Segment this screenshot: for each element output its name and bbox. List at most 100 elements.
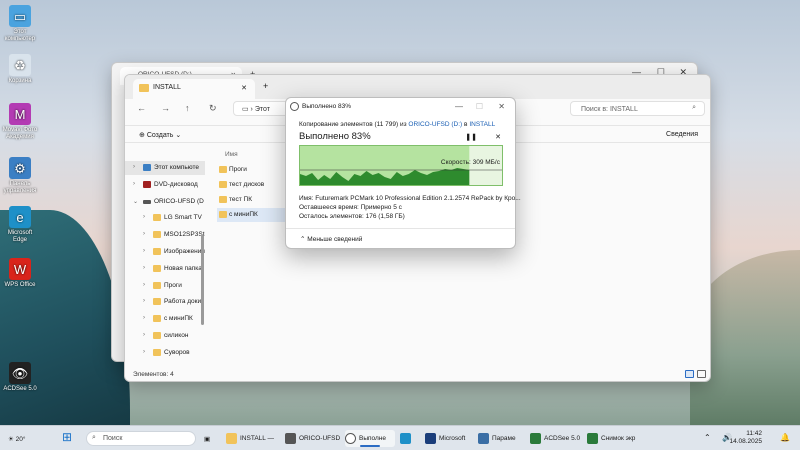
taskbar-microsoft-store[interactable]: Microsoft (425, 430, 473, 447)
transfer-speed-graph: Скорость: 309 МБ/с (299, 145, 503, 186)
taskbar-settings[interactable]: Параме (478, 430, 526, 447)
chevron-right-icon[interactable]: › (143, 214, 145, 220)
chevron-right-icon[interactable]: › (143, 231, 145, 237)
new-tab-icon[interactable]: + (263, 81, 268, 91)
sidebar-item[interactable]: › Этот компьюте (125, 161, 205, 175)
chevron-right-icon[interactable]: › (133, 164, 135, 170)
taskbar-item-label: Выполне (359, 435, 386, 442)
tray-overflow-icon[interactable]: ⌃ (704, 430, 718, 447)
close-tab-icon[interactable]: ✕ (241, 84, 247, 92)
taskbar-edge[interactable] (400, 430, 418, 447)
sidebar-scrollbar[interactable] (201, 235, 204, 325)
sidebar-item[interactable]: › Проги (125, 279, 205, 293)
time-remaining: Оставшееся время: Примерно 5 с (299, 204, 402, 211)
taskbar-acdsee[interactable]: ACDSee 5.0 (530, 430, 582, 447)
folder-icon (153, 248, 161, 255)
chevron-right-icon[interactable]: › (133, 181, 135, 187)
desktop-shortcut[interactable]: ♻ Корзина (2, 54, 38, 85)
desktop-shortcut[interactable]: W WPS Office (2, 258, 38, 289)
edge-icon: e (9, 206, 31, 228)
explorer-tab-title: INSTALL (153, 84, 181, 91)
snipping-icon (587, 433, 598, 444)
source-link[interactable]: ORICO-UFSD (D:) (408, 121, 462, 128)
back-arrow-icon[interactable]: ← (137, 103, 146, 113)
sidebar-item[interactable]: › Суворов (125, 346, 205, 360)
sidebar-item[interactable]: › Работа доки (125, 295, 205, 309)
folder-icon (153, 231, 161, 239)
refresh-icon[interactable]: ↻ (209, 103, 217, 114)
folder-icon (219, 196, 227, 203)
start-button[interactable]: ⊞ (62, 430, 78, 447)
desktop-shortcut[interactable]: M Movavi Фото Академия (2, 103, 38, 141)
explorer-tab[interactable]: INSTALL ✕ (133, 79, 255, 99)
sidebar-item[interactable]: › LG Smart TV (125, 211, 205, 225)
current-file-name: Имя: Futuremark PCMark 10 Professional E… (299, 195, 521, 202)
desktop-shortcut[interactable]: ⚙ Панель управления (2, 157, 38, 195)
search-placeholder: Поиск в: INSTALL (581, 106, 638, 113)
fewer-details-button[interactable]: ⌃ Меньше сведений (300, 235, 362, 243)
chevron-right-icon[interactable]: › (143, 349, 145, 355)
maximize-icon: ☐ (475, 102, 483, 111)
column-header-name[interactable]: Имя (225, 151, 238, 158)
sidebar-item[interactable]: › Изображения (125, 245, 205, 259)
clock-date: 14.08.2025 (729, 438, 762, 445)
file-name: Проги (229, 166, 247, 173)
chevron-down-icon[interactable]: ⌄ (133, 198, 138, 205)
sidebar-item-label: ORICO-UFSD (D (154, 197, 204, 205)
speed-label: Скорость: 309 МБ/с (440, 159, 500, 166)
task-view-icon[interactable]: ▣ (204, 430, 216, 447)
cancel-icon[interactable]: ✕ (495, 133, 501, 141)
details-view-icon[interactable] (685, 370, 694, 378)
navigation-pane: › Этот компьюте › DVD-дисковод ⌄ ORICO-UFSD (… (125, 161, 205, 366)
taskbar-snipping[interactable]: Снимок экр (587, 430, 645, 447)
acdsee-icon: 👁 (9, 362, 31, 384)
progress-heading: Выполнено 83% (299, 131, 371, 142)
sidebar-item[interactable]: › с миниПК (125, 312, 205, 326)
chevron-right-icon[interactable]: › (143, 298, 145, 304)
sidebar-item[interactable]: › DVD-дисковод (125, 178, 205, 192)
desktop-shortcut-label: ACDSee 5.0 (3, 386, 37, 392)
sidebar-item[interactable]: › силикон (125, 329, 205, 343)
minimize-icon[interactable]: — (455, 102, 463, 111)
desktop-shortcut[interactable]: e Microsoft Edge (2, 206, 38, 244)
sidebar-item[interactable]: › MSO12SP3StiR (125, 228, 205, 242)
sidebar-item-label: с миниПК (164, 315, 193, 323)
tiles-view-icon[interactable] (697, 370, 706, 378)
taskbar-explorer-install[interactable]: INSTALL — (226, 430, 280, 447)
clock-time: 11:42 (746, 430, 762, 437)
desktop-shortcut-label: WPS Office (4, 282, 36, 288)
chevron-right-icon[interactable]: › (143, 265, 145, 271)
up-arrow-icon[interactable]: ↑ (185, 103, 190, 113)
weather-widget[interactable]: ☀ 20° (8, 430, 30, 447)
pause-icon[interactable]: ❚❚ (465, 133, 477, 141)
chevron-right-icon[interactable]: › (143, 315, 145, 321)
desktop-shortcut[interactable]: ▭ Этот компьютер (2, 5, 38, 43)
taskbar-item-label: Microsoft (439, 435, 466, 442)
file-name: тест ПК (229, 196, 253, 203)
taskbar-search[interactable]: ⌕ Поиск (86, 431, 196, 446)
sidebar-item-label: DVD-дисковод (154, 180, 198, 188)
recycle-bin-icon: ♻ (9, 54, 31, 76)
destination-link[interactable]: INSTALL (469, 121, 495, 128)
copy-progress-dialog[interactable]: Выполнено 83% — ☐ ✕ Копирование элементо… (285, 97, 521, 249)
details-button[interactable]: Сведения (666, 131, 698, 138)
forward-arrow-icon[interactable]: → (161, 103, 170, 113)
taskbar-copy-progress[interactable]: Выполне (345, 430, 395, 447)
desktop-shortcut[interactable]: 👁 ACDSee 5.0 (2, 362, 38, 393)
explorer-tabbar: INSTALL ✕ + (125, 75, 710, 99)
chevron-right-icon[interactable]: › (143, 332, 145, 338)
search-input[interactable]: Поиск в: INSTALL ⌕ (570, 101, 705, 116)
close-icon[interactable]: ✕ (498, 102, 505, 111)
taskbar-orico[interactable]: ORICO-UFSD (285, 430, 341, 447)
create-button[interactable]: ⊕ Создать ⌄ (139, 131, 181, 139)
folder-icon (153, 214, 161, 222)
folder-icon (153, 264, 161, 272)
notifications-icon[interactable]: 🔔 (780, 430, 792, 447)
sidebar-item[interactable]: ⌄ ORICO-UFSD (D (125, 195, 205, 209)
chevron-right-icon[interactable]: › (143, 248, 145, 254)
add-icon: ⊕ (139, 132, 147, 139)
clock[interactable]: 11:42 14.08.2025 (729, 430, 762, 446)
folder-icon (219, 211, 227, 218)
sidebar-item[interactable]: › Новая папка (125, 262, 205, 276)
chevron-right-icon[interactable]: › (143, 282, 145, 288)
